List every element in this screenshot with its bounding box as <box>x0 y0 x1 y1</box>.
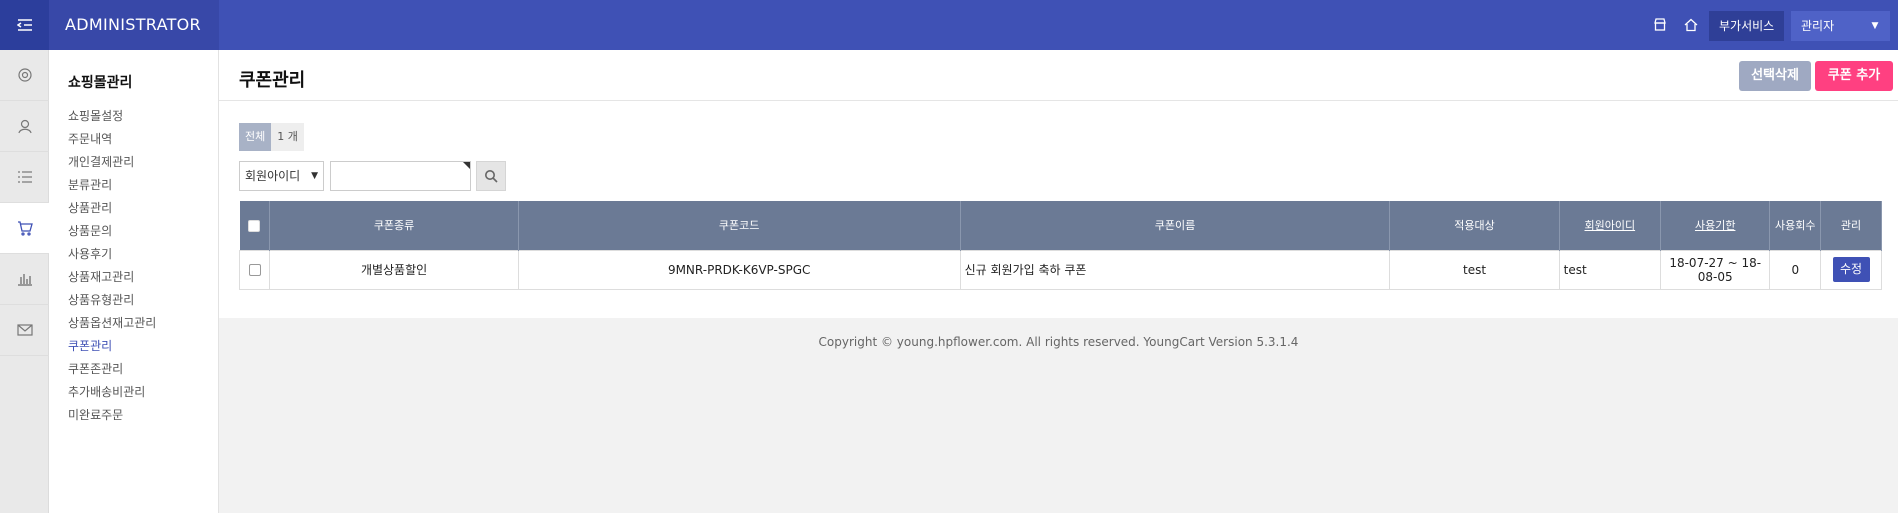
count-label[interactable]: 전체 <box>239 123 272 151</box>
header-coupon-code: 쿠폰코드 <box>518 201 961 250</box>
cell-used-count: 0 <box>1769 249 1822 290</box>
cell-coupon-name: 신규 회원가입 축하 쿠폰 <box>959 249 1391 290</box>
cell-member-id: test <box>1558 249 1661 290</box>
table-row: 개별상품할인 9MNR-PRDK-K6VP-SPGC 신규 회원가입 축하 쿠폰… <box>238 249 1882 290</box>
chart-icon[interactable] <box>0 254 49 305</box>
submenu-item-extra-shipping[interactable]: 추가배송비관리 <box>68 383 145 400</box>
submenu-item-product-types[interactable]: 상품유형관리 <box>68 291 134 308</box>
sort-period-link[interactable]: 사용기한 <box>1695 219 1735 232</box>
submenu-item-orders[interactable]: 주문내역 <box>68 130 112 147</box>
shop-icon[interactable] <box>1650 15 1670 35</box>
menu-toggle-icon[interactable] <box>0 0 49 50</box>
submenu-item-products[interactable]: 상품관리 <box>68 199 112 216</box>
submenu-item-product-inquiry[interactable]: 상품문의 <box>68 222 112 239</box>
header-coupon-name: 쿠폰이름 <box>960 201 1391 250</box>
submenu-item-option-stock[interactable]: 상품옵션재고관리 <box>68 314 156 331</box>
dropdown-caret-icon: ▼ <box>311 171 318 181</box>
sort-member-id-link[interactable]: 회원아이디 <box>1585 219 1636 232</box>
mail-icon[interactable] <box>0 305 49 356</box>
input-corner-marker <box>463 162 470 169</box>
submenu-item-personal-payment[interactable]: 개인결제관리 <box>68 153 134 170</box>
header-member-id[interactable]: 회원아이디 <box>1559 201 1661 250</box>
add-coupon-button[interactable]: 쿠폰 추가 <box>1815 61 1893 91</box>
submenu-item-stock[interactable]: 상품재고관리 <box>68 268 134 285</box>
coupon-table: 쿠폰종류 쿠폰코드 쿠폰이름 적용대상 회원아이디 사용기한 사용회수 관리 개… <box>238 201 1882 290</box>
gear-icon[interactable] <box>0 50 49 101</box>
count-badge: 전체 1 개 <box>239 123 304 151</box>
header-manage: 관리 <box>1820 201 1882 250</box>
cart-icon[interactable] <box>0 203 49 254</box>
select-all-header <box>239 201 271 250</box>
cell-period: 18-07-27 ~ 18-08-05 <box>1659 249 1771 290</box>
header-used-count: 사용회수 <box>1769 201 1822 250</box>
edit-button[interactable]: 수정 <box>1832 257 1870 282</box>
search-field-select[interactable]: 회원아이디 ▼ <box>239 161 324 191</box>
addon-service-button[interactable]: 부가서비스 <box>1709 11 1785 41</box>
search-icon[interactable] <box>476 161 506 191</box>
header-target: 적용대상 <box>1389 201 1560 250</box>
submenu-item-incomplete-orders[interactable]: 미완료주문 <box>68 406 123 423</box>
brand-title[interactable]: ADMINISTRATOR <box>49 0 219 50</box>
admin-menu-button[interactable]: 관리자 <box>1791 11 1861 41</box>
select-all-checkbox[interactable] <box>248 219 261 232</box>
submenu-item-reviews[interactable]: 사용후기 <box>68 245 112 262</box>
submenu: 쇼핑몰관리 쇼핑몰설정 주문내역 개인결제관리 분류관리 상품관리 상품문의 사… <box>49 50 219 513</box>
footer-copyright: Copyright © young.hpflower.com. All righ… <box>818 335 1299 349</box>
top-bar: ADMINISTRATOR 부가서비스 관리자 ▼ <box>0 0 1898 50</box>
cell-manage: 수정 <box>1820 249 1882 290</box>
search-field-value: 회원아이디 <box>245 169 301 183</box>
submenu-item-coupons[interactable]: 쿠폰관리 <box>68 337 112 354</box>
cell-target: test <box>1389 249 1560 290</box>
content-panel: 전체 1 개 회원아이디 ▼ 쿠폰종류 쿠폰코드 쿠폰이름 적용대상 회원아이디… <box>219 101 1898 318</box>
cell-coupon-code: 9MNR-PRDK-K6VP-SPGC <box>517 249 961 290</box>
header-coupon-type: 쿠폰종류 <box>269 201 519 250</box>
row-select-cell <box>238 249 271 290</box>
submenu-title: 쇼핑몰관리 <box>68 75 133 91</box>
chevron-down-icon[interactable]: ▼ <box>1860 11 1890 41</box>
submenu-item-shop-settings[interactable]: 쇼핑몰설정 <box>68 107 123 124</box>
submenu-item-categories[interactable]: 분류관리 <box>68 176 112 193</box>
user-icon[interactable] <box>0 101 49 152</box>
page-title: 쿠폰관리 <box>239 70 306 91</box>
page-header: 쿠폰관리 선택삭제 쿠폰 추가 <box>219 50 1898 101</box>
row-checkbox[interactable] <box>248 264 261 276</box>
table-header-row: 쿠폰종류 쿠폰코드 쿠폰이름 적용대상 회원아이디 사용기한 사용회수 관리 <box>239 201 1882 250</box>
home-icon[interactable] <box>1681 15 1701 35</box>
cell-coupon-type: 개별상품할인 <box>269 249 519 290</box>
header-period[interactable]: 사용기한 <box>1660 201 1771 250</box>
submenu-item-coupon-zone[interactable]: 쿠폰존관리 <box>68 360 123 377</box>
delete-selected-button[interactable]: 선택삭제 <box>1739 61 1811 91</box>
search-input[interactable] <box>330 161 471 191</box>
icon-rail <box>0 50 49 513</box>
count-value: 1 개 <box>271 123 304 151</box>
list-icon[interactable] <box>0 152 49 203</box>
